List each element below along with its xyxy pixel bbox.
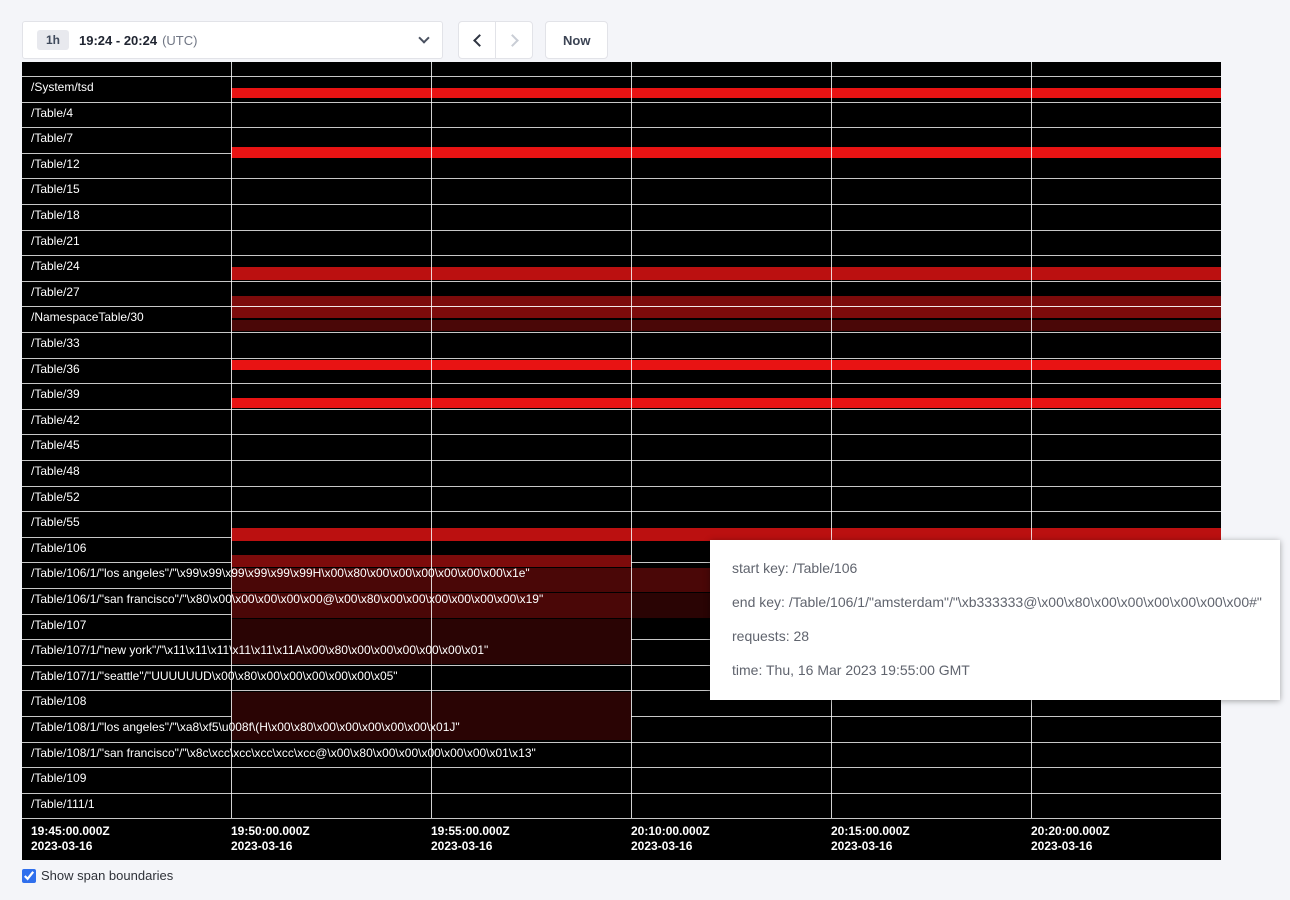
span-boundary-line: [22, 230, 1221, 231]
time-axis-label: 19:55:00.000Z2023-03-16: [431, 824, 510, 854]
time-nav-button-group: [458, 21, 533, 59]
heat-band[interactable]: [231, 88, 1221, 98]
span-boundary-line: [22, 76, 1221, 77]
span-boundary-line: [22, 460, 1221, 461]
key-span-label: /Table/108/1/"los angeles"/"\xa8\xf5\u00…: [31, 720, 460, 734]
time-preset-badge: 1h: [37, 30, 69, 50]
key-span-label: /Table/36: [31, 362, 80, 376]
key-span-label: /Table/21: [31, 234, 80, 248]
span-boundary-line: [22, 332, 1221, 333]
key-span-label: /Table/107/1/"new york"/"\x11\x11\x11\x1…: [31, 643, 488, 657]
time-gridline: [631, 62, 632, 818]
key-span-label: /Table/7: [31, 131, 73, 145]
span-boundary-line: [22, 767, 1221, 768]
key-span-label: /Table/108: [31, 694, 86, 708]
key-span-label: /Table/108/1/"san francisco"/"\x8c\xcc\x…: [31, 746, 536, 760]
heat-band[interactable]: [231, 320, 1221, 331]
chevron-down-icon: [418, 32, 429, 43]
tooltip-time: time: Thu, 16 Mar 2023 19:55:00 GMT: [732, 653, 1258, 687]
show-span-boundaries-checkbox[interactable]: [22, 869, 36, 883]
key-span-label: /Table/45: [31, 438, 80, 452]
show-span-boundaries-toggle[interactable]: Show span boundaries: [22, 868, 1290, 883]
span-boundary-line: [22, 178, 1221, 179]
key-span-label: /Table/33: [31, 336, 80, 350]
key-span-label: /Table/52: [31, 490, 80, 504]
time-axis-label: 19:50:00.000Z2023-03-16: [231, 824, 310, 854]
key-span-label: /Table/4: [31, 106, 73, 120]
heat-band[interactable]: [231, 360, 1221, 370]
show-span-boundaries-label: Show span boundaries: [41, 868, 173, 883]
time-gridline: [831, 62, 832, 818]
heat-band[interactable]: [231, 267, 1221, 280]
span-boundary-line: [22, 127, 1221, 128]
time-axis-label: 20:10:00.000Z2023-03-16: [631, 824, 710, 854]
time-gridline: [231, 62, 232, 818]
span-hover-tooltip: start key: /Table/106 end key: /Table/10…: [710, 540, 1280, 700]
key-span-label: /Table/48: [31, 464, 80, 478]
key-span-label: /Table/15: [31, 182, 80, 196]
heat-band[interactable]: [231, 398, 1221, 408]
span-boundary-line: [22, 793, 1221, 794]
key-span-label: /Table/106/1/"san francisco"/"\x80\x00\x…: [31, 592, 543, 606]
tooltip-end-key: end key: /Table/106/1/"amsterdam"/"\xb33…: [732, 585, 1258, 619]
chevron-right-icon: [506, 34, 519, 47]
key-span-label: /Table/109: [31, 771, 86, 785]
key-span-label: /Table/27: [31, 285, 80, 299]
time-axis-label: 20:15:00.000Z2023-03-16: [831, 824, 910, 854]
time-range-text: 19:24 - 20:24: [79, 33, 157, 48]
span-boundary-line: [22, 255, 1221, 256]
time-axis-label: 19:45:00.000Z2023-03-16: [31, 824, 110, 854]
span-boundary-line: [22, 281, 1221, 282]
span-boundary-line: [22, 511, 1221, 512]
key-span-label: /Table/111/1: [31, 797, 95, 811]
key-span-label: /Table/12: [31, 157, 80, 171]
key-span-label: /System/tsd: [31, 80, 94, 94]
time-axis-label: 20:20:00.000Z2023-03-16: [1031, 824, 1110, 854]
span-boundary-line: [22, 383, 1221, 384]
span-boundary-line: [22, 434, 1221, 435]
tooltip-requests: requests: 28: [732, 619, 1258, 653]
key-visualizer-page: 1h 19:24 - 20:24 (UTC) Now start key: /T…: [0, 0, 1290, 883]
span-boundary-line: [22, 742, 1221, 743]
span-boundary-line: [22, 409, 1221, 410]
key-visualizer-heatmap[interactable]: start key: /Table/106 end key: /Table/10…: [22, 62, 1221, 860]
time-toolbar: 1h 19:24 - 20:24 (UTC) Now: [22, 21, 1290, 59]
span-boundary-line: [22, 358, 1221, 359]
time-gridline: [1031, 62, 1032, 818]
key-span-label: /Table/24: [31, 259, 80, 273]
time-range-timezone: (UTC): [162, 33, 197, 48]
key-span-label: /Table/55: [31, 515, 80, 529]
span-boundary-line: [22, 818, 1221, 819]
tooltip-start-key: start key: /Table/106: [732, 551, 1258, 585]
heat-band[interactable]: [231, 296, 1221, 318]
key-span-label: /Table/18: [31, 208, 80, 222]
key-span-label: /Table/106: [31, 541, 86, 555]
now-button[interactable]: Now: [545, 21, 608, 59]
previous-time-button[interactable]: [458, 21, 496, 59]
time-range-dropdown[interactable]: 1h 19:24 - 20:24 (UTC): [22, 21, 443, 59]
key-span-label: /Table/107/1/"seattle"/"UUUUUUD\x00\x80\…: [31, 669, 398, 683]
key-span-label: /Table/39: [31, 387, 80, 401]
span-boundary-line: [231, 306, 1221, 307]
span-boundary-line: [22, 204, 1221, 205]
key-span-label: /NamespaceTable/30: [31, 310, 144, 324]
chevron-left-icon: [473, 34, 486, 47]
key-span-label: /Table/107: [31, 618, 86, 632]
key-span-label: /Table/42: [31, 413, 80, 427]
heat-band[interactable]: [231, 147, 1221, 158]
span-boundary-line: [22, 102, 1221, 103]
span-boundary-line: [22, 486, 1221, 487]
key-span-label: /Table/106/1/"los angeles"/"\x99\x99\x99…: [31, 566, 530, 580]
next-time-button[interactable]: [495, 21, 533, 59]
time-gridline: [431, 62, 432, 818]
